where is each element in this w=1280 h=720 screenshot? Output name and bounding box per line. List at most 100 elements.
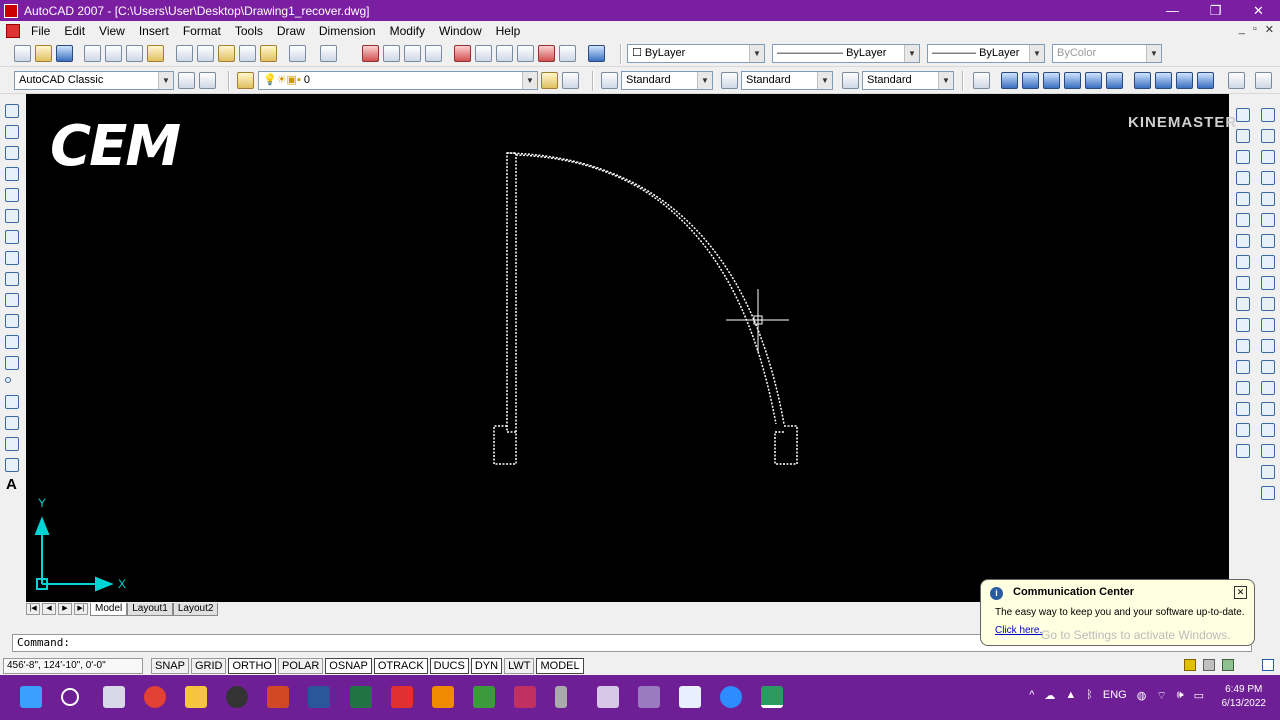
copy-icon[interactable]	[197, 45, 214, 62]
balloon-close-button[interactable]: ✕	[1234, 586, 1247, 599]
top-view-icon[interactable]	[1001, 72, 1018, 89]
minimize-button[interactable]: —	[1151, 0, 1194, 21]
hatch-icon[interactable]	[5, 395, 19, 409]
sw-isometric-icon[interactable]	[1134, 72, 1151, 89]
restore-button[interactable]: ❐	[1194, 0, 1237, 21]
tray-settings-icon[interactable]	[1222, 659, 1234, 671]
menu-edit[interactable]: Edit	[57, 24, 92, 38]
file-explorer-icon[interactable]	[185, 686, 207, 708]
layer-properties-icon[interactable]	[237, 72, 254, 89]
explode-icon[interactable]	[1236, 444, 1250, 458]
usb-icon[interactable]	[555, 686, 567, 708]
fillet-icon[interactable]	[1236, 423, 1250, 437]
paste-icon[interactable]	[218, 45, 235, 62]
scale-icon[interactable]	[1236, 255, 1250, 269]
snap-toggle[interactable]: SNAP	[151, 658, 189, 674]
jogged-dimension-icon[interactable]	[1261, 213, 1275, 227]
otrack-toggle[interactable]: OTRACK	[373, 658, 428, 674]
offset-icon[interactable]	[1236, 171, 1250, 185]
menu-format[interactable]: Format	[176, 24, 228, 38]
dimension-style-control-icon[interactable]	[1261, 486, 1275, 500]
chevron-down-icon[interactable]: ▼	[1146, 45, 1161, 62]
angular-dimension-icon[interactable]	[1261, 255, 1275, 269]
new-icon[interactable]	[14, 45, 31, 62]
autocad-taskbar-icon[interactable]	[761, 686, 783, 708]
save-icon[interactable]	[56, 45, 73, 62]
workspace-settings-icon[interactable]	[178, 72, 195, 89]
erase-icon[interactable]	[1236, 108, 1250, 122]
task-view-icon[interactable]	[103, 686, 125, 708]
table-style-icon[interactable]	[842, 72, 859, 89]
doc-minimize-button[interactable]: _	[1239, 23, 1245, 36]
first-tab-button[interactable]: |◀	[26, 603, 40, 615]
balloon-link[interactable]: Click here.	[995, 625, 1042, 636]
zoom-icon[interactable]	[720, 686, 742, 708]
search-icon[interactable]	[61, 688, 79, 706]
tab-layout2[interactable]: Layout2	[172, 602, 219, 616]
text-style-combo[interactable]: Standard ▼	[621, 71, 713, 90]
menu-tools[interactable]: Tools	[228, 24, 270, 38]
my-workspace-icon[interactable]	[199, 72, 216, 89]
vlc-icon[interactable]	[432, 686, 454, 708]
chevron-down-icon[interactable]: ▼	[158, 72, 173, 89]
array-icon[interactable]	[1236, 192, 1250, 206]
dyn-toggle[interactable]: DYN	[470, 658, 503, 674]
building-app-icon[interactable]	[597, 686, 619, 708]
lwt-toggle[interactable]: LWT	[504, 658, 535, 674]
center-mark-icon[interactable]	[1261, 381, 1275, 395]
block-editor-icon[interactable]	[260, 45, 277, 62]
line-icon[interactable]	[5, 104, 19, 118]
quick-dimension-icon[interactable]	[1261, 276, 1275, 290]
ne-isometric-icon[interactable]	[1176, 72, 1193, 89]
ortho-toggle[interactable]: ORTHO	[228, 658, 276, 674]
excel-icon[interactable]	[350, 686, 372, 708]
anydesk-icon[interactable]	[391, 686, 413, 708]
markup-icon[interactable]	[538, 45, 555, 62]
calculator-icon[interactable]	[559, 45, 576, 62]
doc-close-button[interactable]: ✕	[1265, 23, 1274, 36]
front-view-icon[interactable]	[1085, 72, 1102, 89]
view-manager-icon[interactable]	[1255, 72, 1272, 89]
publish-icon[interactable]	[126, 45, 143, 62]
zoom-window-icon[interactable]	[404, 45, 421, 62]
ellipse-arc-icon[interactable]	[5, 314, 19, 328]
dim-style-combo[interactable]: Standard ▼	[741, 71, 833, 90]
tab-model[interactable]: Model	[90, 602, 128, 616]
workspace-combo[interactable]: AutoCAD Classic ▼	[14, 71, 174, 90]
clock[interactable]: 6:49 PM 6/13/2022	[1222, 683, 1267, 711]
chevron-down-icon[interactable]: ▼	[904, 45, 919, 62]
bluetooth-icon[interactable]: ᛒ	[1086, 689, 1093, 703]
stretch-icon[interactable]	[1236, 276, 1250, 290]
menu-insert[interactable]: Insert	[132, 24, 176, 38]
autocad-app-icon[interactable]	[4, 3, 18, 18]
chevron-down-icon[interactable]: ▼	[938, 72, 953, 89]
volume-icon[interactable]: 🕪	[1177, 689, 1184, 703]
gradient-icon[interactable]	[5, 416, 19, 430]
diameter-dimension-icon[interactable]	[1261, 234, 1275, 248]
wifi-icon[interactable]: ⌔	[1156, 689, 1166, 703]
language-indicator[interactable]: ENG	[1103, 689, 1127, 703]
document-icon[interactable]	[6, 24, 20, 38]
left-view-icon[interactable]	[1043, 72, 1060, 89]
move-icon[interactable]	[1236, 213, 1250, 227]
polygon-icon[interactable]	[5, 167, 19, 181]
chamfer-icon[interactable]	[1236, 402, 1250, 416]
plot-preview-icon[interactable]	[105, 45, 122, 62]
gsuite-icon[interactable]	[514, 686, 536, 708]
camera-icon[interactable]	[1228, 72, 1245, 89]
ordinate-dimension-icon[interactable]	[1261, 171, 1275, 185]
cut-icon[interactable]	[176, 45, 193, 62]
table-style-combo[interactable]: Standard ▼	[862, 71, 954, 90]
pan-icon[interactable]	[362, 45, 379, 62]
table-icon[interactable]	[5, 458, 19, 472]
word-icon[interactable]	[308, 686, 330, 708]
image-editor-icon[interactable]	[473, 686, 495, 708]
last-tab-button[interactable]: ▶|	[74, 603, 88, 615]
drawing-canvas[interactable]: CEM KINEMASTER Y X	[26, 94, 1236, 602]
ducs-toggle[interactable]: DUCS	[429, 658, 469, 674]
tool-palettes-icon[interactable]	[496, 45, 513, 62]
dimension-style-icon[interactable]	[721, 72, 738, 89]
cloud-icon[interactable]: ☁	[1044, 689, 1055, 703]
spline-icon[interactable]	[5, 272, 19, 286]
revision-cloud-icon[interactable]	[5, 251, 19, 265]
